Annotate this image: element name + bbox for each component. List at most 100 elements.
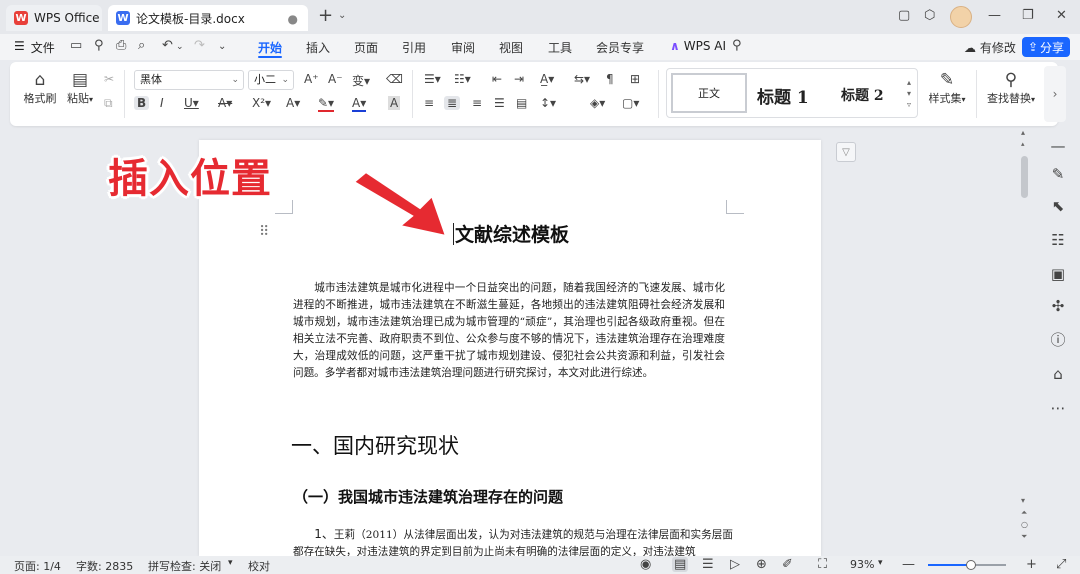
play-icon[interactable]: ▷ <box>730 557 740 572</box>
drag-handle-icon[interactable]: ⠿ <box>259 224 269 240</box>
decrease-indent-icon[interactable]: ⇤ <box>492 72 502 86</box>
file-menu[interactable]: ☰ 文件 <box>14 39 55 56</box>
page-view-icon[interactable]: ▤ <box>672 557 689 572</box>
increase-indent-icon[interactable]: ⇥ <box>514 72 524 86</box>
document-title[interactable]: 文献综述模板 <box>453 220 569 247</box>
shirt-icon[interactable]: ⌂ <box>1048 364 1068 384</box>
highlight-icon[interactable]: ✎▾ <box>318 96 335 112</box>
menu-tab-member[interactable]: 会员专享 <box>596 39 644 56</box>
fit-page-icon[interactable]: ⛶ <box>818 557 827 572</box>
bold-icon[interactable]: B <box>134 96 150 110</box>
font-name-select[interactable]: 黑体 ⌄ <box>134 70 244 90</box>
undo-icon[interactable]: ↶ <box>162 38 173 53</box>
align-right-icon[interactable]: ≡ <box>472 96 482 110</box>
scroll-up-icon[interactable]: ▴ <box>1021 128 1025 137</box>
clear-format-icon[interactable]: ⌫ <box>386 72 403 86</box>
paste-button[interactable]: ▤ 粘贴▾ <box>62 70 98 106</box>
menu-tab-home[interactable]: 开始 <box>258 39 282 56</box>
table-icon[interactable]: ⊞ <box>630 72 640 86</box>
outline-view-icon[interactable]: ☰ <box>702 557 714 572</box>
chevron-down-icon[interactable]: ⌄ <box>176 42 184 52</box>
minus-icon[interactable]: — <box>1048 136 1068 156</box>
shading-icon[interactable]: ◈▾ <box>590 96 605 110</box>
search-icon[interactable]: ⚲ <box>732 38 742 53</box>
fullscreen-icon[interactable]: ⤢ <box>1056 557 1066 572</box>
italic-icon[interactable]: I <box>160 96 164 110</box>
underline-icon[interactable]: U▾ <box>184 96 199 110</box>
zoom-slider-knob[interactable] <box>965 560 976 570</box>
chevron-down-icon[interactable]: ▾ <box>228 558 233 568</box>
share-button[interactable]: ⇪ 分享 <box>1022 37 1070 57</box>
print-icon[interactable]: ⎙ <box>116 38 126 53</box>
restore-icon[interactable]: ❐ <box>1022 8 1034 23</box>
cut-icon[interactable]: ✂ <box>104 72 114 86</box>
chevron-down-icon[interactable]: ⌄ <box>218 41 226 52</box>
decrease-font-icon[interactable]: A⁻ <box>328 72 343 86</box>
bullet-list-icon[interactable]: ☰▾ <box>424 72 441 86</box>
find-replace-button[interactable]: ⚲ 查找替换▾ <box>982 70 1040 106</box>
style-normal[interactable]: 正文 <box>671 73 747 113</box>
print-preview-icon[interactable]: ⌕ <box>138 38 145 53</box>
close-icon[interactable]: ✕ <box>1056 8 1067 23</box>
pen-icon[interactable]: ✐ <box>782 557 793 572</box>
tools-icon[interactable]: ✣ <box>1048 296 1068 316</box>
menu-tab-page[interactable]: 页面 <box>354 39 378 56</box>
select-pointer-icon[interactable]: ⬉ <box>1048 196 1068 216</box>
tab-document[interactable]: W 论文模板-目录.docx ● <box>108 5 308 31</box>
help-icon[interactable]: ⓘ <box>1048 330 1068 350</box>
styles-scroll[interactable]: ▴ ▾ ▿ <box>907 77 911 110</box>
phonetic-guide-icon[interactable]: 变▾ <box>352 72 370 89</box>
redo-icon[interactable]: ↷ <box>194 38 205 53</box>
copy-icon[interactable]: ⧉ <box>104 96 113 111</box>
minimize-icon[interactable]: — <box>988 8 1001 23</box>
increase-font-icon[interactable]: A⁺ <box>304 72 319 86</box>
superscript-icon[interactable]: X²▾ <box>252 96 271 110</box>
menu-tab-tools[interactable]: 工具 <box>548 39 572 56</box>
tablet-mode-icon[interactable]: ▢ <box>898 8 910 23</box>
menu-tab-view[interactable]: 视图 <box>499 39 523 56</box>
char-shading-icon[interactable]: A <box>388 96 401 110</box>
strikethrough-icon[interactable]: A▾ <box>218 96 232 110</box>
spellcheck-status[interactable]: 拼写检查: 关闭 <box>148 558 221 574</box>
eye-icon[interactable]: ◉ <box>640 557 651 572</box>
ribbon-scroll-right[interactable]: › <box>1044 66 1066 122</box>
chinese-layout-icon[interactable]: A̲▾ <box>540 72 554 86</box>
cube-icon[interactable]: ⬡ <box>924 8 935 23</box>
avatar[interactable] <box>950 6 972 28</box>
image-edit-icon[interactable]: ▣ <box>1048 264 1068 284</box>
next-page-icon[interactable]: ⏷ <box>1021 532 1027 542</box>
text-direction-icon[interactable]: ⇆▾ <box>574 72 590 86</box>
distributed-icon[interactable]: ▤ <box>516 96 527 110</box>
scroll-thumb[interactable] <box>1021 156 1028 198</box>
align-left-icon[interactable]: ≡ <box>424 96 434 110</box>
heading-1[interactable]: 一、国内研究现状 <box>291 430 459 460</box>
wps-ai-button[interactable]: ∧ WPS AI <box>670 39 726 53</box>
proofread-button[interactable]: 校对 <box>248 558 270 574</box>
font-size-select[interactable]: 小二 ⌄ <box>248 70 294 90</box>
scroll-down-icon[interactable]: ▾ <box>1021 496 1025 505</box>
numbered-list-icon[interactable]: ☷▾ <box>454 72 471 86</box>
word-count[interactable]: 字数: 2835 <box>76 558 133 574</box>
export-icon[interactable]: ⚲ <box>94 38 104 53</box>
chevron-down-icon[interactable]: ⌄ <box>338 10 346 21</box>
list-item[interactable]: 1、王莉（2011）从法律层面出发，认为对违法建筑的规范与治理在法律层面和实务层… <box>293 526 733 556</box>
new-tab-plus-icon[interactable]: + <box>318 7 333 25</box>
document-page[interactable]: ⠿ 文献综述模板 城市违法建筑是城市化进程中一个日益突出的问题，随着我国经济的飞… <box>199 140 821 556</box>
edit-icon[interactable]: ✎ <box>1048 164 1068 184</box>
zoom-slider[interactable] <box>928 560 1006 570</box>
page-indicator[interactable]: 页面: 1/4 <box>14 558 61 574</box>
intro-paragraph[interactable]: 城市违法建筑是城市化进程中一个日益突出的问题，随着我国经济的飞速发展、城市化进程… <box>293 280 725 382</box>
line-spacing-icon[interactable]: ↕▾ <box>540 96 556 110</box>
align-center-icon[interactable]: ≣ <box>444 96 461 110</box>
tab-close-icon[interactable]: ● <box>288 12 298 26</box>
select-browse-icon[interactable]: ○ <box>1021 520 1028 529</box>
zoom-out-icon[interactable]: — <box>902 557 915 572</box>
font-color-icon[interactable]: A▾ <box>352 96 367 112</box>
format-painter-button[interactable]: ⌂ 格式刷 <box>22 70 58 106</box>
edit-status[interactable]: ☁ 有修改 <box>964 39 1016 56</box>
vertical-scrollbar[interactable]: ▴ ▴ ▾ ⏶ ○ ⏷ <box>1017 126 1033 556</box>
scroll-up-icon[interactable]: ▴ <box>1021 140 1025 148</box>
prev-page-icon[interactable]: ⏶ <box>1021 508 1027 518</box>
style-set-button[interactable]: ✎ 样式集▾ <box>922 70 972 106</box>
style-heading-1[interactable]: 标题 1 <box>757 83 809 108</box>
